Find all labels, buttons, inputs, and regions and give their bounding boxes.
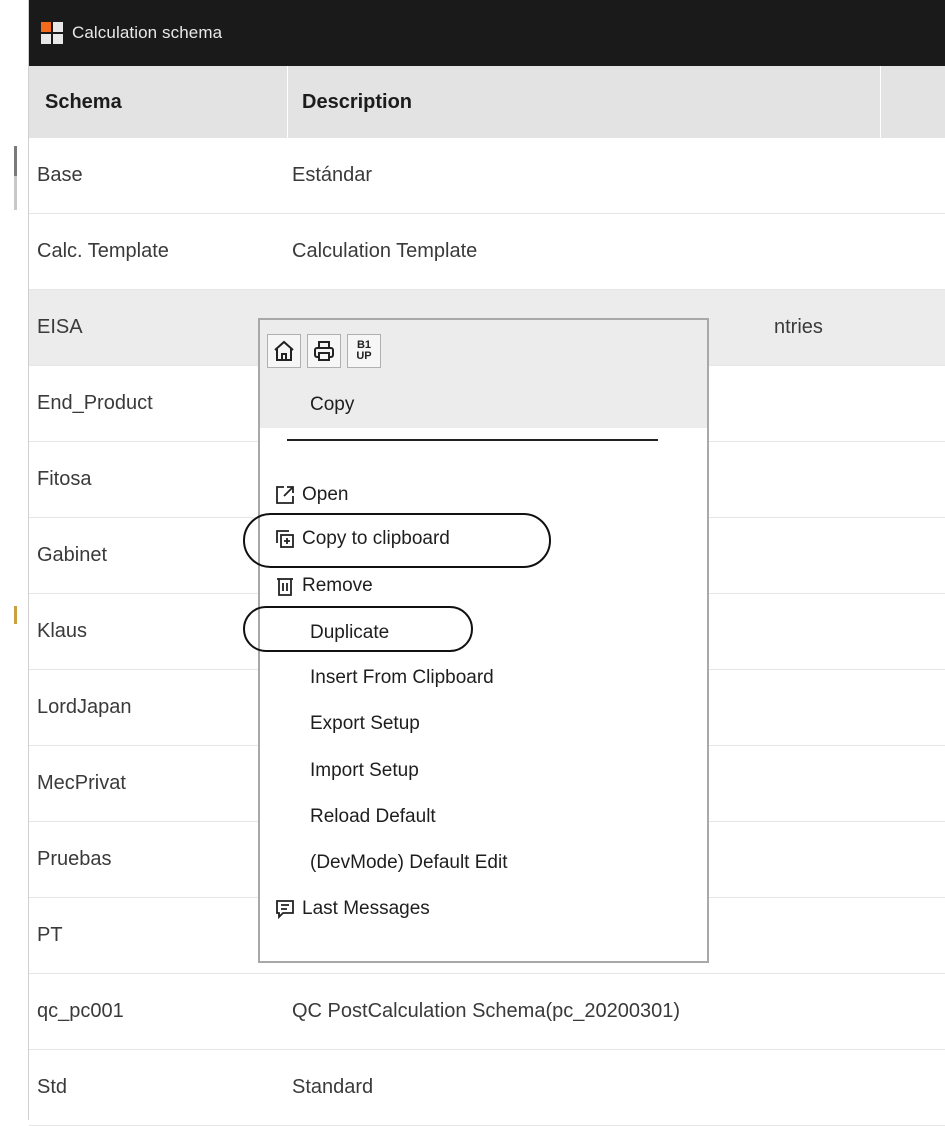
- menu-item-label: Insert From Clipboard: [310, 667, 494, 688]
- table-row[interactable]: Std Standard: [29, 1050, 945, 1126]
- menu-item-label: Copy: [310, 394, 355, 415]
- menu-item-reload-default[interactable]: Reload Default: [260, 802, 436, 832]
- schema-cell: PT: [37, 924, 63, 946]
- print-button[interactable]: [307, 334, 341, 368]
- column-header-schema[interactable]: Schema: [29, 66, 288, 138]
- table-row[interactable]: Base Estándar: [29, 138, 945, 214]
- background-edge-mark: [14, 146, 17, 176]
- window-title: Calculation schema: [72, 23, 223, 42]
- open-external-icon: [272, 484, 298, 506]
- menu-item-copy[interactable]: Copy: [260, 390, 354, 420]
- schema-cell: Base: [37, 164, 83, 186]
- menu-item-last-messages[interactable]: Last Messages: [260, 894, 430, 924]
- schema-cell: End_Product: [37, 392, 153, 414]
- menu-divider: [287, 439, 658, 441]
- menu-item-label: (DevMode) Default Edit: [310, 852, 508, 873]
- description-cell: Standard: [292, 1076, 374, 1098]
- menu-item-label: Reload Default: [310, 806, 436, 827]
- schema-cell: qc_pc001: [37, 1000, 124, 1022]
- context-menu-toolbar: B1 UP: [267, 334, 381, 368]
- menu-item-insert-from-clipboard[interactable]: Insert From Clipboard: [260, 663, 494, 693]
- table-row[interactable]: qc_pc001 QC PostCalculation Schema(pc_202…: [29, 974, 945, 1050]
- home-icon: [274, 340, 294, 361]
- schema-cell: Fitosa: [37, 468, 92, 490]
- highlight-oval-duplicate: [243, 606, 473, 652]
- menu-item-import-setup[interactable]: Import Setup: [260, 756, 419, 786]
- menu-item-label: Open: [302, 484, 349, 505]
- menu-item-label: Last Messages: [302, 898, 430, 919]
- background-edge-mark: [14, 606, 17, 624]
- trash-icon: [272, 575, 298, 597]
- description-cell: Calculation Template: [292, 240, 478, 262]
- home-button[interactable]: [267, 334, 301, 368]
- background-edge-mark: [14, 176, 17, 210]
- highlight-oval-copy-to-clipboard: [243, 513, 551, 568]
- schema-cell: LordJapan: [37, 696, 132, 718]
- message-icon: [272, 898, 298, 920]
- app-logo-icon: [41, 22, 63, 44]
- menu-item-label: Import Setup: [310, 760, 419, 781]
- column-header-extra[interactable]: [881, 66, 945, 138]
- schema-cell: Std: [37, 1076, 68, 1098]
- b1up-icon-bottom: UP: [356, 350, 372, 362]
- schema-cell: MecPrivat: [37, 772, 126, 794]
- table-row[interactable]: Calc. Template Calculation Template: [29, 214, 945, 290]
- schema-cell: EISA: [37, 316, 83, 338]
- b1up-icon: B1 UP: [356, 340, 371, 362]
- menu-item-devmode-default-edit[interactable]: (DevMode) Default Edit: [260, 848, 507, 878]
- menu-item-open[interactable]: Open: [260, 480, 348, 510]
- schema-cell: Pruebas: [37, 848, 112, 870]
- menu-item-label: Export Setup: [310, 713, 420, 734]
- table-header: Schema Description: [29, 66, 945, 138]
- title-bar: Calculation schema: [29, 0, 945, 66]
- menu-item-export-setup[interactable]: Export Setup: [260, 709, 420, 739]
- b1up-button[interactable]: B1 UP: [347, 334, 381, 368]
- column-header-description[interactable]: Description: [288, 66, 881, 138]
- description-cell: QC PostCalculation Schema(pc_20200301): [292, 1000, 680, 1022]
- menu-item-label: Remove: [302, 575, 373, 596]
- menu-item-remove[interactable]: Remove: [260, 571, 373, 601]
- description-cell: Estándar: [292, 164, 373, 186]
- background-window-edge: [0, 0, 28, 1120]
- schema-cell: Calc. Template: [37, 240, 169, 262]
- print-icon: [314, 341, 334, 361]
